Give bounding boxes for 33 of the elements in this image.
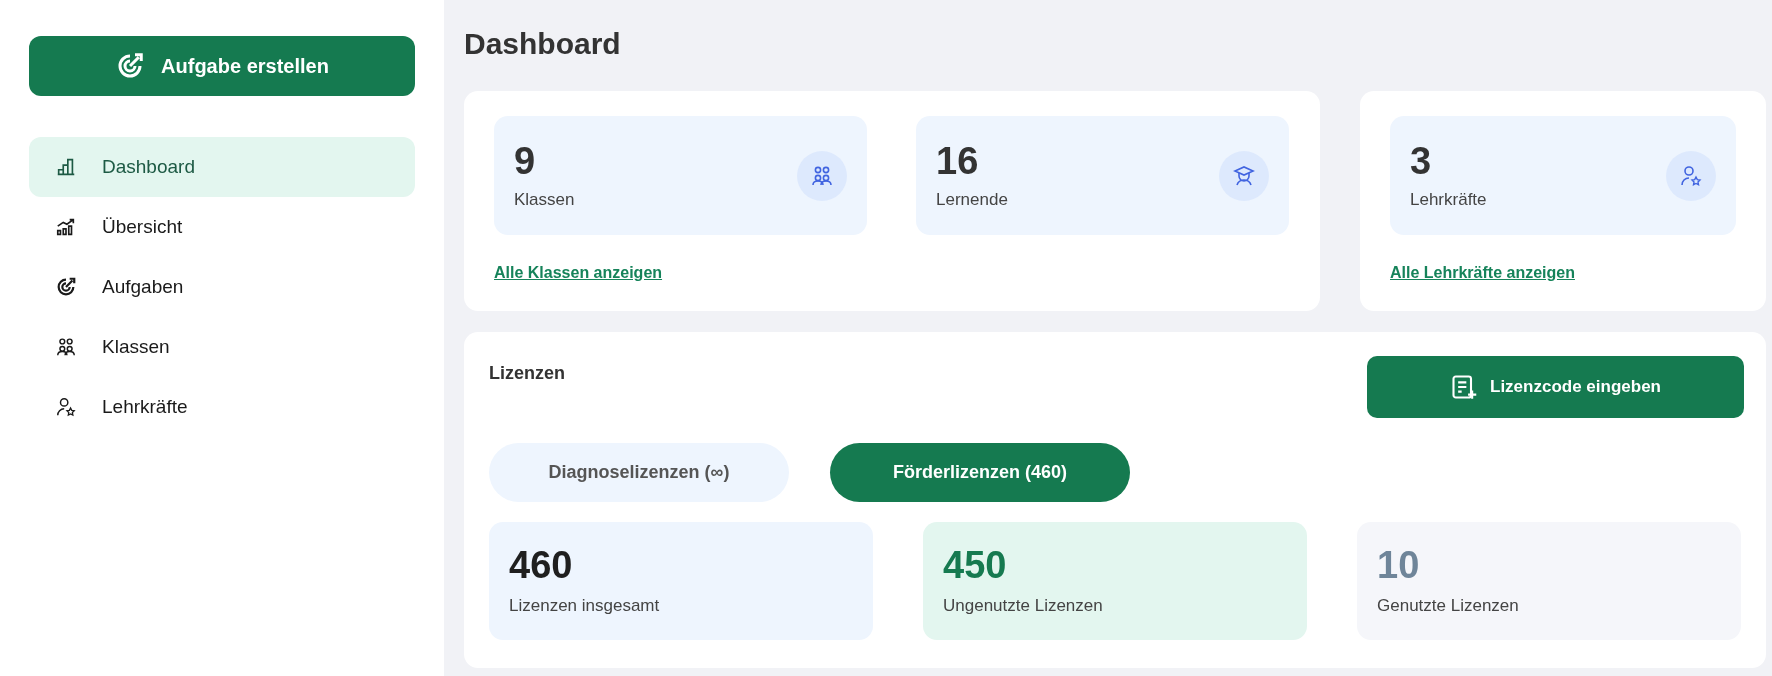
nav-item[interactable]: Dashboard <box>29 137 415 197</box>
stat-value: 16 <box>936 138 980 183</box>
stat-label: Ungenutzte Lizenzen <box>943 595 1104 618</box>
group-icon <box>55 336 77 358</box>
section-title: Lizenzen <box>489 362 565 385</box>
stat-value: 10 <box>1377 543 1421 588</box>
nav-item[interactable]: Übersicht <box>29 197 415 257</box>
stat-value: 460 <box>509 543 574 588</box>
stat-value: 450 <box>943 543 1008 588</box>
license-tab[interactable]: Diagnoselizenzen (∞) <box>489 443 789 502</box>
nav-item[interactable]: Lehrkräfte <box>29 377 415 437</box>
view-all-link[interactable]: Alle Klassen anzeigen <box>494 261 663 285</box>
nav-item[interactable]: Klassen <box>29 317 415 377</box>
target-icon <box>55 276 77 298</box>
note-plus-icon <box>1450 373 1478 401</box>
create-task-button[interactable]: Aufgabe erstellen <box>29 36 415 96</box>
stat-label: Klassen <box>514 188 575 211</box>
person-star-icon <box>55 396 77 418</box>
stat-label: Genutzte Lizenzen <box>1377 595 1520 618</box>
person-star-icon <box>1679 163 1703 188</box>
stat-label: Lehrkräfte <box>1410 188 1487 211</box>
stat-label: Lernende <box>936 188 1008 211</box>
license-tab[interactable]: Förderlizenzen (460) <box>830 443 1130 502</box>
nav-item[interactable]: Aufgaben <box>29 257 415 317</box>
stat-label: Lizenzen insgesamt <box>509 595 661 618</box>
stat-value: 9 <box>514 138 537 183</box>
stat-value: 3 <box>1410 138 1433 183</box>
view-all-link[interactable]: Alle Lehrkräfte anzeigen <box>1390 261 1575 285</box>
enter-license-code-button[interactable]: Lizenzcode eingeben <box>1367 356 1744 418</box>
graduate-icon <box>1232 163 1256 188</box>
chart-trend-icon <box>55 216 77 238</box>
page-title: Dashboard <box>464 26 622 62</box>
bar-chart-icon <box>55 156 77 178</box>
